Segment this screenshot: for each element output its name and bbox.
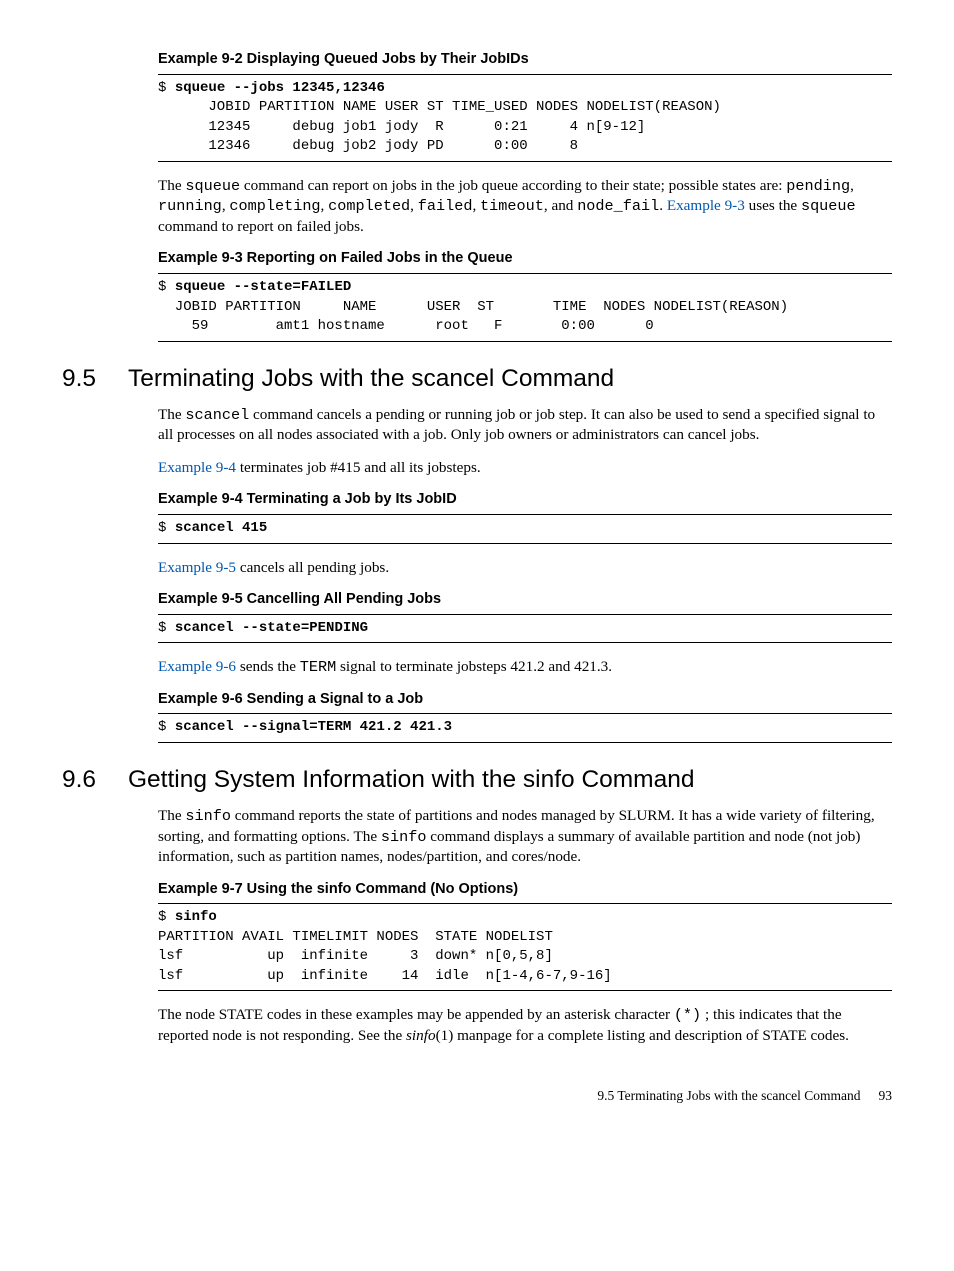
example-9-4-code: $ scancel 415 (158, 514, 892, 544)
shell-command: squeue --state=FAILED (175, 279, 351, 295)
section-title: Terminating Jobs with the scancel Comman… (128, 362, 892, 395)
shell-prompt: $ (158, 909, 175, 925)
paragraph-scancel-intro: The scancel command cancels a pending or… (62, 405, 892, 446)
shell-prompt: $ (158, 520, 175, 536)
example-9-3-title: Example 9-3 Reporting on Failed Jobs in … (62, 249, 892, 269)
paragraph-ex94-ref: Example 9-4 terminates job #415 and all … (62, 458, 892, 479)
section-number: 9.5 (62, 362, 128, 395)
paragraph-ex95-ref: Example 9-5 cancels all pending jobs. (62, 558, 892, 579)
manpage-sinfo: sinfo (406, 1027, 436, 1044)
example-9-5-code: $ scancel --state=PENDING (158, 614, 892, 644)
example-9-7-code: $ sinfo PARTITION AVAIL TIMELIMIT NODES … (158, 903, 892, 991)
section-title: Getting System Information with the sinf… (128, 763, 892, 796)
section-9-5-heading: 9.5 Terminating Jobs with the scancel Co… (62, 362, 892, 395)
link-example-9-4[interactable]: Example 9-4 (158, 459, 236, 476)
example-9-6-title: Example 9-6 Sending a Signal to a Job (62, 690, 892, 710)
link-example-9-5[interactable]: Example 9-5 (158, 559, 236, 576)
section-9-6-heading: 9.6 Getting System Information with the … (62, 763, 892, 796)
example-9-2-code: $ squeue --jobs 12345,12346 JOBID PARTIT… (158, 74, 892, 162)
shell-command: sinfo (175, 909, 217, 925)
shell-command: scancel --signal=TERM 421.2 421.3 (175, 719, 452, 735)
example-9-4-title: Example 9-4 Terminating a Job by Its Job… (62, 490, 892, 510)
shell-prompt: $ (158, 80, 175, 96)
code-squeue: squeue (185, 177, 240, 195)
code-sinfo: sinfo (381, 828, 427, 846)
shell-prompt: $ (158, 719, 175, 735)
shell-command: scancel 415 (175, 520, 267, 536)
shell-command: squeue --jobs 12345,12346 (175, 80, 385, 96)
paragraph-state-note: The node STATE codes in these examples m… (62, 1005, 892, 1046)
shell-output: PARTITION AVAIL TIMELIMIT NODES STATE NO… (158, 929, 612, 984)
footer-section-label: 9.5 Terminating Jobs with the scancel Co… (597, 1087, 860, 1105)
shell-output: JOBID PARTITION NAME USER ST TIME NODES … (158, 299, 788, 335)
page-footer: 9.5 Terminating Jobs with the scancel Co… (62, 1087, 892, 1105)
example-9-2-title: Example 9-2 Displaying Queued Jobs by Th… (62, 50, 892, 70)
example-9-6-code: $ scancel --signal=TERM 421.2 421.3 (158, 713, 892, 743)
shell-prompt: $ (158, 620, 175, 636)
code-term: TERM (300, 658, 336, 676)
paragraph-sinfo-intro: The sinfo command reports the state of p… (62, 806, 892, 868)
example-9-3-code: $ squeue --state=FAILED JOBID PARTITION … (158, 273, 892, 342)
footer-page-number: 93 (879, 1087, 893, 1105)
code-scancel: scancel (185, 406, 249, 424)
link-example-9-6[interactable]: Example 9-6 (158, 658, 236, 675)
section-number: 9.6 (62, 763, 128, 796)
example-9-7-title: Example 9-7 Using the sinfo Command (No … (62, 880, 892, 900)
link-example-9-3[interactable]: Example 9-3 (667, 197, 745, 214)
example-9-5-title: Example 9-5 Cancelling All Pending Jobs (62, 590, 892, 610)
shell-prompt: $ (158, 279, 175, 295)
shell-output: JOBID PARTITION NAME USER ST TIME_USED N… (158, 99, 721, 154)
paragraph-ex96-ref: Example 9-6 sends the TERM signal to ter… (62, 657, 892, 678)
paragraph-squeue-states: The squeue command can report on jobs in… (62, 176, 892, 238)
shell-command: scancel --state=PENDING (175, 620, 368, 636)
code-asterisk: (*) (674, 1006, 701, 1024)
code-sinfo: sinfo (185, 807, 231, 825)
